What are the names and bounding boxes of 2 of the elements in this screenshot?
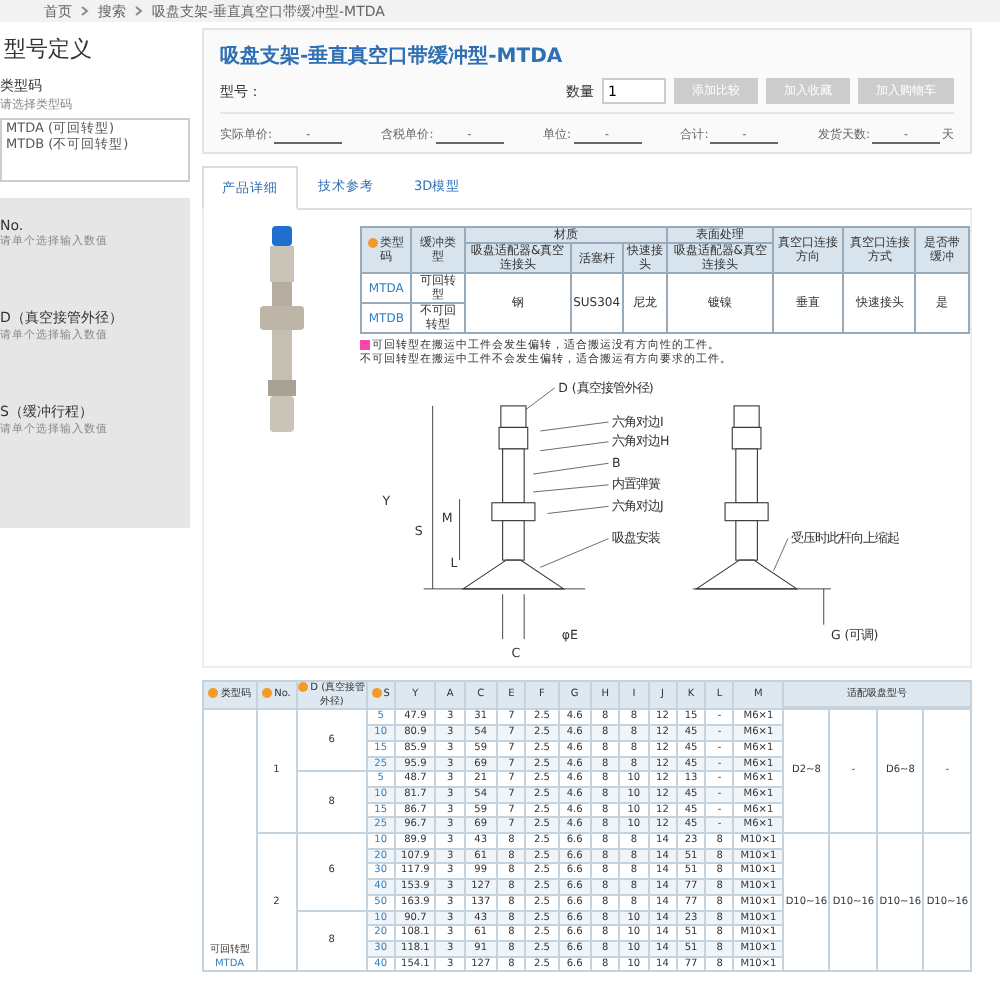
product-title: 吸盘支架-垂直真空口带缓冲型-MTDA bbox=[220, 43, 565, 70]
sidebar-title: 型号定义 bbox=[2, 34, 94, 66]
